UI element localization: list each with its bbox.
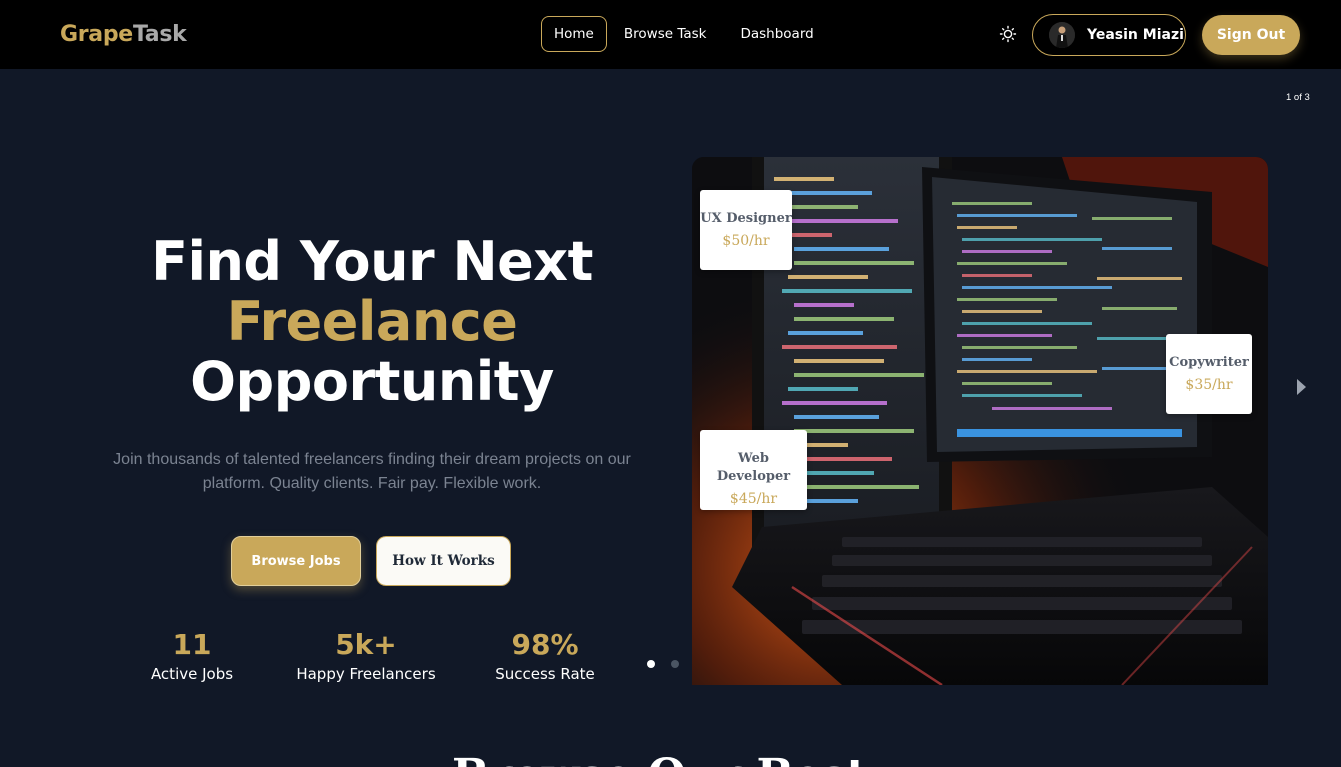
- stat-value: 5k+: [335, 628, 397, 661]
- section-heading: Browse Our Best: [452, 750, 867, 767]
- job-tag-title: UX Designer: [700, 211, 792, 226]
- slide-counter: 1 of 3: [1286, 92, 1310, 103]
- headline-line-1: Find Your Next: [151, 230, 593, 293]
- logo-part-1: Grape: [60, 22, 133, 47]
- headline-line-3: Opportunity: [190, 350, 554, 413]
- job-tag-ux-designer: UX Designer $50/hr: [700, 190, 792, 270]
- stat-label: Active Jobs: [150, 665, 234, 683]
- nav-link-dashboard[interactable]: Dashboard: [723, 16, 830, 52]
- job-tag-title: Web Developer: [716, 451, 791, 484]
- slider-dot-2[interactable]: [671, 660, 679, 668]
- logo-part-2: Task: [132, 22, 187, 47]
- how-it-works-button[interactable]: How It Works: [376, 536, 511, 586]
- stat-value: 98%: [511, 628, 579, 661]
- headline-line-2: Freelance: [226, 290, 518, 353]
- logo[interactable]: GrapeTask: [60, 22, 187, 47]
- slider-dot-1[interactable]: [647, 660, 655, 668]
- job-tag-copywriter: Copywriter $35/hr: [1166, 334, 1252, 414]
- sun-icon[interactable]: [998, 24, 1018, 44]
- nav-links: Home Browse Task Dashboard: [541, 16, 831, 52]
- browse-jobs-button[interactable]: Browse Jobs: [231, 536, 361, 586]
- user-name: Yeasin Miazi: [1087, 27, 1184, 43]
- stat-value: 11: [172, 628, 212, 661]
- job-tag-price: $50/hr: [722, 233, 770, 249]
- sign-out-button[interactable]: Sign Out: [1202, 15, 1300, 55]
- stat-label: Success Rate: [495, 665, 595, 683]
- stat-success-rate: 98% Success Rate: [485, 628, 605, 686]
- next-slide-arrow-icon[interactable]: [1297, 379, 1306, 395]
- job-tag-price: $45/hr: [729, 491, 778, 507]
- hero-subtitle: Join thousands of talented freelancers f…: [113, 451, 631, 492]
- stat-active-jobs: 11 Active Jobs: [132, 628, 252, 686]
- stat-label: Happy Freelancers: [296, 665, 436, 683]
- navbar: GrapeTask Home Browse Task Dashboard Yea…: [0, 0, 1341, 69]
- job-tag-web-developer: Web Developer $45/hr: [700, 430, 807, 510]
- job-tag-title: Copywriter: [1169, 355, 1249, 370]
- nav-link-browse-task[interactable]: Browse Task: [607, 16, 724, 52]
- job-tag-price: $35/hr: [1185, 377, 1233, 393]
- user-profile-chip[interactable]: Yeasin Miazi: [1032, 14, 1186, 56]
- hero-headline: Find Your Next Freelance Opportunity: [62, 232, 682, 412]
- stat-happy-freelancers: 5k+ Happy Freelancers: [286, 628, 446, 686]
- nav-link-home[interactable]: Home: [541, 16, 607, 52]
- avatar: [1049, 22, 1075, 48]
